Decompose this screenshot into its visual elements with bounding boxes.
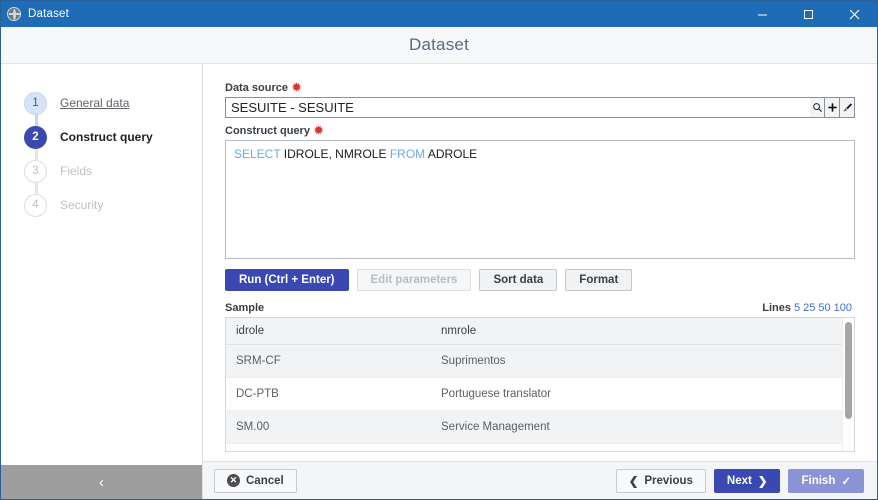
previous-button[interactable]: ❮ Previous [615,468,706,493]
run-button[interactable]: Run (Ctrl + Enter) [225,269,349,291]
sample-label: Sample [225,302,265,314]
search-icon[interactable] [810,97,825,118]
table-row[interactable]: Ins Inspection [226,443,842,451]
sql-editor[interactable]: SELECT IDROLE, NMROLE FROM ADROLE [225,140,855,259]
required-marker-icon: ✹ [291,81,302,94]
data-source-label: Data source [225,82,288,94]
data-source-row [225,97,855,118]
maximize-icon[interactable] [785,1,831,27]
title-bar: Dataset [1,1,877,27]
sidebar-item-construct-query[interactable]: 2 Construct query [1,120,202,160]
cell-idrole: Ins [226,443,431,451]
wizard-footer: ✕ Cancel ❮ Previous Next ❯ Finish ✓ [203,461,877,499]
minimize-icon[interactable] [739,1,785,27]
lines-selector: Lines 5 25 50 100 [762,302,855,314]
globe-icon [7,7,21,21]
lines-option-25[interactable]: 25 [803,302,815,314]
cancel-button[interactable]: ✕ Cancel [214,468,297,493]
sql-keyword-select: SELECT [234,147,281,161]
sql-columns: IDROLE, NMROLE [280,147,390,161]
chevron-left-icon: ‹ [99,473,104,491]
check-icon: ✓ [841,475,851,488]
finish-button[interactable]: Finish ✓ [788,468,864,493]
lines-option-100[interactable]: 100 [834,302,852,314]
chevron-right-icon: ❯ [757,475,768,488]
window-title: Dataset [28,8,70,20]
sidebar-item-fields[interactable]: 3 Fields [1,154,202,194]
step-number-2: 2 [24,125,47,149]
step-connector-3 [35,182,38,194]
step-number-1: 1 [24,91,47,115]
sidebar-item-general-data[interactable]: 1 General data [1,86,202,126]
step-number-3: 3 [24,159,47,183]
format-button[interactable]: Format [565,269,633,291]
cancel-label: Cancel [246,474,284,487]
brush-icon[interactable] [840,97,855,118]
table-row[interactable]: SRM-CF Suprimentos [226,344,842,378]
dataset-wizard-window: Dataset Dataset 1 General data 2 Constru… [0,0,878,500]
cell-idrole: SRM-CF [226,344,431,378]
window-controls [739,1,877,27]
sample-header: Sample Lines 5 25 50 100 [225,302,855,314]
sql-table: ADROLE [425,147,478,161]
previous-label: Previous [644,474,693,487]
next-button[interactable]: Next ❯ [713,468,781,493]
step-connector-1 [35,114,38,126]
table-row[interactable]: DC-PTB Portuguese translator [226,377,842,411]
page-title: Dataset [409,35,469,54]
sample-table: idrole nmrole SRM-CF Suprimentos DC-PTB [226,318,842,451]
sidebar-item-label: Fields [60,164,93,178]
required-marker-icon: ✹ [313,124,324,137]
query-actions: Run (Ctrl + Enter) Edit parameters Sort … [225,269,855,291]
sql-keyword-from: FROM [389,147,426,161]
cell-idrole: DC-PTB [226,377,431,411]
chevron-left-icon: ❮ [628,475,639,488]
sidebar-item-label: General data [60,96,130,110]
sidebar-item-label: Security [60,198,104,212]
lines-option-50[interactable]: 50 [818,302,830,314]
page-header: Dataset [1,27,877,64]
cell-idrole: SM.00 [226,410,431,444]
table-scrollbar-thumb[interactable] [845,322,852,419]
sidebar-item-security[interactable]: 4 Security [1,188,202,222]
cell-nmrole: Inspection [431,443,842,451]
finish-label: Finish [801,474,836,487]
main-panel: Data source ✹ Cons [203,64,877,499]
table-row[interactable]: SM.00 Service Management [226,410,842,444]
next-label: Next [726,474,752,487]
cell-nmrole: Portuguese translator [431,377,842,411]
close-circle-icon: ✕ [227,474,240,487]
data-source-label-row: Data source ✹ [225,82,855,94]
table-header-row: idrole nmrole [226,318,842,345]
lines-label: Lines [762,302,792,314]
close-icon[interactable] [831,1,877,27]
sidebar-collapse-button[interactable]: ‹ [1,465,202,499]
sidebar-item-label: Construct query [60,130,153,144]
cell-nmrole: Service Management [431,410,842,444]
footer-right-group: ❮ Previous Next ❯ Finish ✓ [615,468,864,493]
lines-option-5[interactable]: 5 [794,302,800,314]
step-number-4: 4 [24,193,47,217]
plus-icon[interactable] [825,97,840,118]
main-content: Data source ✹ Cons [203,64,877,461]
sample-table-container: idrole nmrole SRM-CF Suprimentos DC-PTB [225,317,855,452]
column-header-nmrole[interactable]: nmrole [431,318,842,345]
edit-parameters-button: Edit parameters [356,269,472,291]
step-connector-2 [35,148,38,160]
cell-nmrole: Suprimentos [431,344,842,378]
sort-data-button[interactable]: Sort data [479,269,558,291]
data-source-input[interactable] [225,97,810,118]
window-body: 1 General data 2 Construct query 3 Field… [1,64,877,499]
wizard-steps: 1 General data 2 Construct query 3 Field… [1,64,202,465]
construct-query-label: Construct query [225,125,310,137]
wizard-sidebar: 1 General data 2 Construct query 3 Field… [1,64,203,499]
table-scrollbar[interactable] [842,318,854,451]
column-header-idrole[interactable]: idrole [226,318,431,345]
construct-query-label-row: Construct query ✹ [225,125,855,137]
